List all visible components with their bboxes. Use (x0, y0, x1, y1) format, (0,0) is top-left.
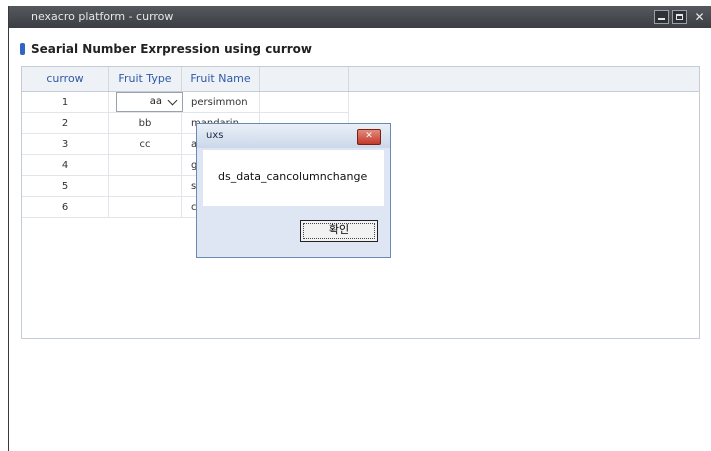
alert-dialog: uxs ✕ ds_data_cancolumnchange 확인 (196, 123, 391, 258)
ok-button[interactable]: 확인 (300, 220, 378, 242)
window-title: nexacro platform - currow (31, 10, 174, 23)
maximize-icon[interactable] (672, 10, 687, 24)
cell-fruit-type (109, 155, 182, 176)
header-fruit-type[interactable]: Fruit Type (109, 67, 182, 91)
table-row[interactable]: 1 persimmon (22, 92, 349, 113)
dialog-body: ds_data_cancolumnchange (203, 150, 384, 206)
cell-currow: 6 (22, 197, 109, 218)
chevron-down-icon[interactable] (167, 95, 178, 106)
cell-empty (260, 92, 349, 113)
fruit-type-combo[interactable]: aa (116, 92, 183, 112)
cell-currow: 4 (22, 155, 109, 176)
heading-text: Searial Number Exrpression using currow (31, 42, 313, 56)
dialog-title-bar[interactable]: uxs ✕ (197, 124, 390, 148)
close-icon[interactable]: ✕ (692, 10, 707, 24)
cell-currow: 5 (22, 176, 109, 197)
cell-currow: 1 (22, 92, 109, 113)
cell-fruit-name: persimmon (182, 92, 260, 113)
heading-marker-icon (20, 43, 25, 55)
dialog-title: uxs (206, 130, 224, 141)
grid-header: currow Fruit Type Fruit Name (22, 67, 699, 92)
combo-value: aa (149, 96, 162, 107)
header-currow[interactable]: currow (22, 67, 109, 91)
cell-currow: 3 (22, 134, 109, 155)
cell-fruit-type (109, 197, 182, 218)
cell-fruit-type: cc (109, 134, 182, 155)
header-fruit-name[interactable]: Fruit Name (182, 67, 260, 91)
header-empty (260, 67, 349, 91)
dialog-close-icon[interactable]: ✕ (357, 129, 381, 145)
minimize-icon[interactable] (654, 10, 669, 24)
cell-fruit-type (109, 176, 182, 197)
dialog-message: ds_data_cancolumnchange (218, 170, 368, 183)
section-heading: Searial Number Exrpression using currow (20, 42, 312, 56)
cell-fruit-type: bb (109, 113, 182, 134)
cell-currow: 2 (22, 113, 109, 134)
title-bar: nexacro platform - currow ✕ (9, 6, 711, 28)
